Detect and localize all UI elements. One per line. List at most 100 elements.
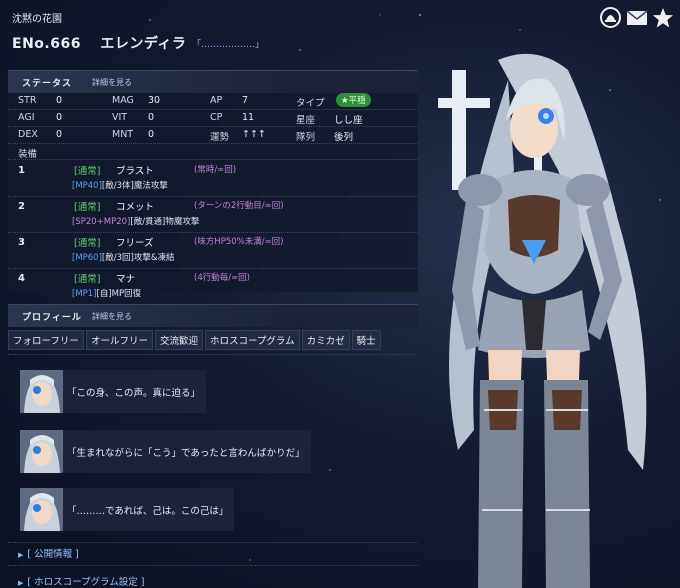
triangle-right-icon: ▶ <box>18 579 24 587</box>
stat-label: タイプ <box>296 98 325 109</box>
stat-row: STR 0 MAG 30 AP 7 タイプ ★平穏 <box>8 92 418 110</box>
stat-value: 30 <box>148 95 161 106</box>
stat-label: 隊列 <box>296 132 316 143</box>
skill-name: コメット <box>116 202 155 213</box>
message-text: 「生まれながらに「こう」であったと言わんばかりだ」 <box>67 447 305 459</box>
equip-heading-row: 装備 <box>8 143 418 160</box>
message-bubble: 「………であれば、己は。この己は」 <box>20 488 235 531</box>
skill-timing: (常時/∞回) <box>194 165 237 175</box>
stat-value: 後列 <box>334 132 354 143</box>
stat-row: DEX 0 MNT 0 運勢 ↑↑↑ 隊列 後列 <box>8 126 418 144</box>
character-illustration <box>438 53 647 588</box>
horoscope-settings-link[interactable]: ▶[ ホロスコープグラム設定 ] <box>18 574 145 588</box>
profile-tags: フォローフリー オールフリー 交流歓迎 ホロスコープグラム カミカゼ 騎士 <box>8 330 383 350</box>
message-text: 「………であれば、己は。この己は」 <box>67 505 229 517</box>
stat-label: VIT <box>112 112 128 123</box>
avatar <box>20 430 63 473</box>
page-title: ENo.666 エレンディラ <box>12 33 186 53</box>
header-icons <box>599 6 674 29</box>
character-name: エレンディラ <box>100 36 187 52</box>
skill-effect: [自]MP回復 <box>96 289 142 299</box>
profile-tag[interactable]: 交流歓迎 <box>154 330 203 350</box>
eno-number: ENo.666 <box>12 36 81 52</box>
equip-kind: [通常] <box>74 166 101 177</box>
triangle-right-icon: ▶ <box>18 551 24 559</box>
equip-kind: [通常] <box>74 238 101 249</box>
skill-effect: [敵/3回]攻撃&凍結 <box>101 253 175 263</box>
stat-label: 運勢 <box>210 132 230 143</box>
message-text: 「この身、この声。真に迫る」 <box>67 387 201 399</box>
skill-effect: [敵/3体]魔法攻撃 <box>101 181 168 191</box>
stat-value: 0 <box>56 129 63 140</box>
skill-timing: (4行動毎/∞回) <box>194 273 250 283</box>
profile-panel: プロフィール 詳細を見る <box>8 304 418 327</box>
public-info-link[interactable]: ▶[ 公開情報 ] <box>18 546 79 560</box>
skill-cost-effect: [SP20+MP20][敵/貫通]物魔攻撃 <box>72 215 199 227</box>
stat-value: しし座 <box>334 115 363 126</box>
skill-timing: (ターンの2行動目/∞回) <box>194 201 284 211</box>
stat-value: 11 <box>242 112 255 123</box>
profile-header: プロフィール 詳細を見る <box>8 304 418 327</box>
stat-label: STR <box>18 95 37 106</box>
skill-cost-effect: [MP40][敵/3体]魔法攻撃 <box>72 179 168 191</box>
public-info-label: [ 公開情報 ] <box>27 549 79 560</box>
equipment-row: 2 [通常] コメット (ターンの2行動目/∞回) [SP20+MP20][敵/… <box>8 196 418 233</box>
stat-value: 0 <box>56 95 63 106</box>
skill-name: マナ <box>116 274 136 285</box>
horoscope-settings-label: [ ホロスコープグラム設定 ] <box>27 577 145 588</box>
equip-label: 装備 <box>18 149 38 160</box>
status-detail-link[interactable]: 詳細を見る <box>92 77 132 88</box>
divider <box>8 565 418 566</box>
stat-label: AP <box>210 95 223 106</box>
equip-kind: [通常] <box>74 202 101 213</box>
equip-number: 1 <box>18 165 25 176</box>
status-panel: ステータス 詳細を見る STR 0 MAG 30 AP 7 タイプ ★平穏 AG… <box>8 70 418 299</box>
stat-label: CP <box>210 112 223 123</box>
profile-title: プロフィール <box>22 312 82 323</box>
stat-value: 0 <box>148 129 155 140</box>
garden-label: 沈黙の花園 <box>12 14 62 25</box>
skill-cost-effect: [MP60][敵/3回]攻撃&凍結 <box>72 251 174 263</box>
profile-tag[interactable]: カミカゼ <box>301 330 350 350</box>
status-header: ステータス 詳細を見る <box>8 70 418 93</box>
stat-label: 星座 <box>296 115 316 126</box>
skill-timing: (味方HP50%未満/∞回) <box>194 237 284 247</box>
equip-kind: [通常] <box>74 274 101 285</box>
stat-label: AGI <box>18 112 35 123</box>
stat-value: ↑↑↑ <box>242 129 266 140</box>
skill-cost: [MP40] <box>72 181 102 191</box>
skill-name: フリーズ <box>116 238 154 249</box>
message-bubble: 「この身、この声。真に迫る」 <box>20 370 207 413</box>
avatar <box>20 488 63 531</box>
equip-number: 4 <box>18 273 25 284</box>
equipment-row: 4 [通常] マナ (4行動毎/∞回) [MP1][自]MP回復 <box>8 268 418 304</box>
stat-value: 7 <box>242 95 249 106</box>
bell-icon[interactable] <box>599 6 622 29</box>
profile-tag[interactable]: ホロスコープグラム <box>204 330 300 350</box>
character-title: 「………………」 <box>192 40 265 50</box>
skill-cost: [SP20+MP20] <box>72 217 131 227</box>
equipment-row: 1 [通常] ブラスト (常時/∞回) [MP40][敵/3体]魔法攻撃 <box>8 160 418 197</box>
skill-name: ブラスト <box>116 166 154 177</box>
profile-detail-link[interactable]: 詳細を見る <box>92 311 132 322</box>
star-icon[interactable] <box>651 6 674 29</box>
message-bubble: 「生まれながらに「こう」であったと言わんばかりだ」 <box>20 430 311 473</box>
avatar <box>20 370 63 413</box>
stat-value: 0 <box>56 112 63 123</box>
skill-effect: [敵/貫通]物魔攻撃 <box>130 217 200 227</box>
stat-label: MAG <box>112 95 134 106</box>
equipment-row: 3 [通常] フリーズ (味方HP50%未満/∞回) [MP60][敵/3回]攻… <box>8 232 418 269</box>
equip-number: 3 <box>18 237 25 248</box>
type-badge: ★平穏 <box>336 93 371 107</box>
stat-label: MNT <box>112 129 134 140</box>
mail-icon[interactable] <box>625 6 648 29</box>
skill-cost: [MP1] <box>72 289 97 299</box>
skill-cost-effect: [MP1][自]MP回復 <box>72 287 141 299</box>
profile-tag[interactable]: フォローフリー <box>8 330 84 350</box>
stat-row: AGI 0 VIT 0 CP 11 星座 しし座 <box>8 109 418 127</box>
skill-cost: [MP60] <box>72 253 102 263</box>
divider <box>8 354 418 355</box>
stat-value: 0 <box>148 112 155 123</box>
profile-tag[interactable]: オールフリー <box>85 330 153 350</box>
profile-tag[interactable]: 騎士 <box>351 330 381 350</box>
